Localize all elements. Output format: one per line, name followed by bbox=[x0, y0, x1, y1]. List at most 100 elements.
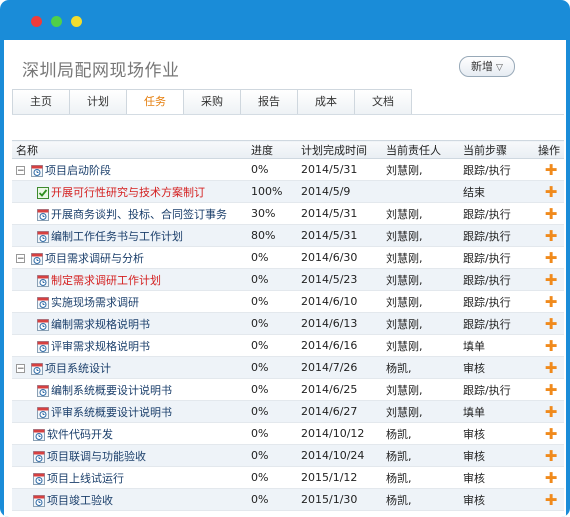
table-row[interactable]: 开展商务谈判、投标、合同签订事务 30% 2014/5/31 刘慧刚, 跟踪/执行 ✚ bbox=[12, 202, 564, 225]
task-name-cell: 编制工作任务书与工作计划 bbox=[12, 224, 247, 247]
task-progress: 0% bbox=[247, 488, 297, 511]
task-name-cell: 项目联调与功能验收 bbox=[12, 444, 247, 467]
task-progress: 0% bbox=[247, 422, 297, 445]
task-name-link[interactable]: 实施现场需求调研 bbox=[51, 296, 139, 309]
add-action-icon[interactable]: ✚ bbox=[534, 422, 564, 445]
task-name-link[interactable]: 项目需求调研与分析 bbox=[45, 252, 144, 265]
tab-bar: 主页 计划 任务 采购 报告 成本 文档 bbox=[12, 89, 412, 115]
add-action-icon[interactable]: ✚ bbox=[534, 378, 564, 401]
clock-icon bbox=[33, 494, 45, 507]
add-action-icon[interactable]: ✚ bbox=[534, 334, 564, 357]
task-progress: 0% bbox=[247, 378, 297, 401]
table-row[interactable]: 开展可行性研究与技术方案制订 100% 2014/5/9 结束 ✚ bbox=[12, 180, 564, 203]
tab-plan[interactable]: 计划 bbox=[69, 89, 126, 115]
collapse-toggle-icon[interactable]: − bbox=[16, 254, 25, 264]
clock-icon bbox=[37, 340, 49, 353]
clock-icon bbox=[33, 428, 45, 441]
table-row[interactable]: 实施现场需求调研 0% 2014/6/10 刘慧刚, 跟踪/执行 ✚ bbox=[12, 290, 564, 313]
task-clock-icon bbox=[31, 164, 45, 177]
task-step: 结束 bbox=[459, 180, 534, 203]
task-step: 审核 bbox=[459, 466, 534, 489]
table-row[interactable]: 软件代码开发 0% 2014/10/12 杨凯, 审核 ✚ bbox=[12, 422, 564, 445]
task-step: 审核 bbox=[459, 444, 534, 467]
zoom-window-button[interactable] bbox=[71, 16, 82, 27]
add-action-icon[interactable]: ✚ bbox=[534, 158, 564, 181]
task-owner: 杨凯, bbox=[382, 488, 459, 511]
add-action-icon[interactable]: ✚ bbox=[534, 466, 564, 489]
collapse-toggle-icon[interactable]: − bbox=[16, 364, 25, 374]
table-row[interactable]: 项目上线试运行 0% 2015/1/12 杨凯, 审核 ✚ bbox=[12, 466, 564, 489]
tab-home[interactable]: 主页 bbox=[12, 89, 69, 115]
task-name-link[interactable]: 项目联调与功能验收 bbox=[47, 450, 146, 463]
add-action-icon[interactable]: ✚ bbox=[534, 444, 564, 467]
table-row[interactable]: − 项目启动阶段 0% 2014/5/31 刘慧刚, 跟踪/执行 ✚ bbox=[12, 158, 564, 181]
add-action-icon[interactable]: ✚ bbox=[534, 312, 564, 335]
task-name-link[interactable]: 项目系统设计 bbox=[45, 362, 111, 375]
add-action-icon[interactable]: ✚ bbox=[534, 268, 564, 291]
task-progress: 0% bbox=[247, 268, 297, 291]
table-row[interactable]: 编制需求规格说明书 0% 2014/6/13 刘慧刚, 跟踪/执行 ✚ bbox=[12, 312, 564, 335]
add-action-icon[interactable]: ✚ bbox=[534, 180, 564, 203]
task-owner: 刘慧刚, bbox=[382, 400, 459, 423]
task-name-link[interactable]: 开展商务谈判、投标、合同签订事务 bbox=[51, 208, 227, 221]
task-clock-icon bbox=[37, 318, 51, 331]
task-name-link[interactable]: 项目上线试运行 bbox=[47, 472, 124, 485]
col-header-progress: 进度 bbox=[247, 140, 297, 159]
tab-purchase[interactable]: 采购 bbox=[183, 89, 240, 115]
task-name-link[interactable]: 制定需求调研工作计划 bbox=[51, 274, 161, 287]
table-row[interactable]: 项目联调与功能验收 0% 2014/10/24 杨凯, 审核 ✚ bbox=[12, 444, 564, 467]
add-action-icon[interactable]: ✚ bbox=[534, 246, 564, 269]
task-name-link[interactable]: 编制需求规格说明书 bbox=[51, 318, 150, 331]
task-clock-icon bbox=[33, 472, 47, 485]
table-row[interactable]: 项目竣工验收 0% 2015/1/30 杨凯, 审核 ✚ bbox=[12, 488, 564, 511]
task-owner: 杨凯, bbox=[382, 466, 459, 489]
add-action-icon[interactable]: ✚ bbox=[534, 224, 564, 247]
task-name-cell: 实施现场需求调研 bbox=[12, 290, 247, 313]
col-header-action: 操作 bbox=[534, 140, 564, 159]
clock-icon bbox=[31, 252, 43, 265]
task-clock-icon bbox=[33, 494, 47, 507]
table-row[interactable]: 制定需求调研工作计划 0% 2014/5/23 刘慧刚, 跟踪/执行 ✚ bbox=[12, 268, 564, 291]
add-action-icon[interactable]: ✚ bbox=[534, 290, 564, 313]
clock-icon bbox=[33, 472, 45, 485]
add-action-icon[interactable]: ✚ bbox=[534, 400, 564, 423]
minimize-window-button[interactable] bbox=[51, 16, 62, 27]
task-due-date: 2014/5/31 bbox=[297, 158, 382, 181]
clock-icon bbox=[37, 406, 49, 419]
tab-docs[interactable]: 文档 bbox=[354, 89, 412, 115]
table-row[interactable]: 编制工作任务书与工作计划 80% 2014/5/31 刘慧刚, 跟踪/执行 ✚ bbox=[12, 224, 564, 247]
clock-icon bbox=[31, 362, 43, 375]
task-name-link[interactable]: 评审需求规格说明书 bbox=[51, 340, 150, 353]
task-clock-icon bbox=[31, 252, 45, 265]
table-row[interactable]: 编制系统概要设计说明书 0% 2014/6/25 刘慧刚, 跟踪/执行 ✚ bbox=[12, 378, 564, 401]
task-name-cell: 软件代码开发 bbox=[12, 422, 247, 445]
collapse-toggle-icon[interactable]: − bbox=[16, 166, 25, 176]
table-row[interactable]: − 项目需求调研与分析 0% 2014/6/30 刘慧刚, 跟踪/执行 ✚ bbox=[12, 246, 564, 269]
task-step: 审核 bbox=[459, 422, 534, 445]
task-name-cell: 评审需求规格说明书 bbox=[12, 334, 247, 357]
task-name-link[interactable]: 项目启动阶段 bbox=[45, 164, 111, 177]
task-name-link[interactable]: 评审系统概要设计说明书 bbox=[51, 406, 172, 419]
task-name-link[interactable]: 编制工作任务书与工作计划 bbox=[51, 230, 183, 243]
task-name-link[interactable]: 项目竣工验收 bbox=[47, 494, 113, 507]
task-progress: 0% bbox=[247, 334, 297, 357]
table-row[interactable]: 评审需求规格说明书 0% 2014/6/16 刘慧刚, 填单 ✚ bbox=[12, 334, 564, 357]
chevron-down-icon: ▽ bbox=[496, 63, 503, 73]
table-row[interactable]: 评审系统概要设计说明书 0% 2014/6/27 刘慧刚, 填单 ✚ bbox=[12, 400, 564, 423]
task-clock-icon bbox=[37, 274, 51, 287]
task-table-body: − 项目启动阶段 0% 2014/5/31 刘慧刚, 跟踪/执行 ✚ 开展可行性研究与技术方案… bbox=[12, 158, 564, 511]
add-action-icon[interactable]: ✚ bbox=[534, 356, 564, 379]
close-window-button[interactable] bbox=[31, 16, 42, 27]
task-name-cell: − 项目系统设计 bbox=[12, 356, 247, 379]
task-name-link[interactable]: 开展可行性研究与技术方案制订 bbox=[51, 186, 205, 199]
tab-cost[interactable]: 成本 bbox=[297, 89, 354, 115]
task-clock-icon bbox=[37, 296, 51, 309]
new-button[interactable]: 新增 ▽ bbox=[459, 56, 515, 77]
table-row[interactable]: − 项目系统设计 0% 2014/7/26 杨凯, 审核 ✚ bbox=[12, 356, 564, 379]
add-action-icon[interactable]: ✚ bbox=[534, 202, 564, 225]
tab-tasks[interactable]: 任务 bbox=[126, 89, 183, 115]
task-name-link[interactable]: 软件代码开发 bbox=[47, 428, 113, 441]
add-action-icon[interactable]: ✚ bbox=[534, 488, 564, 511]
tab-report[interactable]: 报告 bbox=[240, 89, 297, 115]
task-name-link[interactable]: 编制系统概要设计说明书 bbox=[51, 384, 172, 397]
